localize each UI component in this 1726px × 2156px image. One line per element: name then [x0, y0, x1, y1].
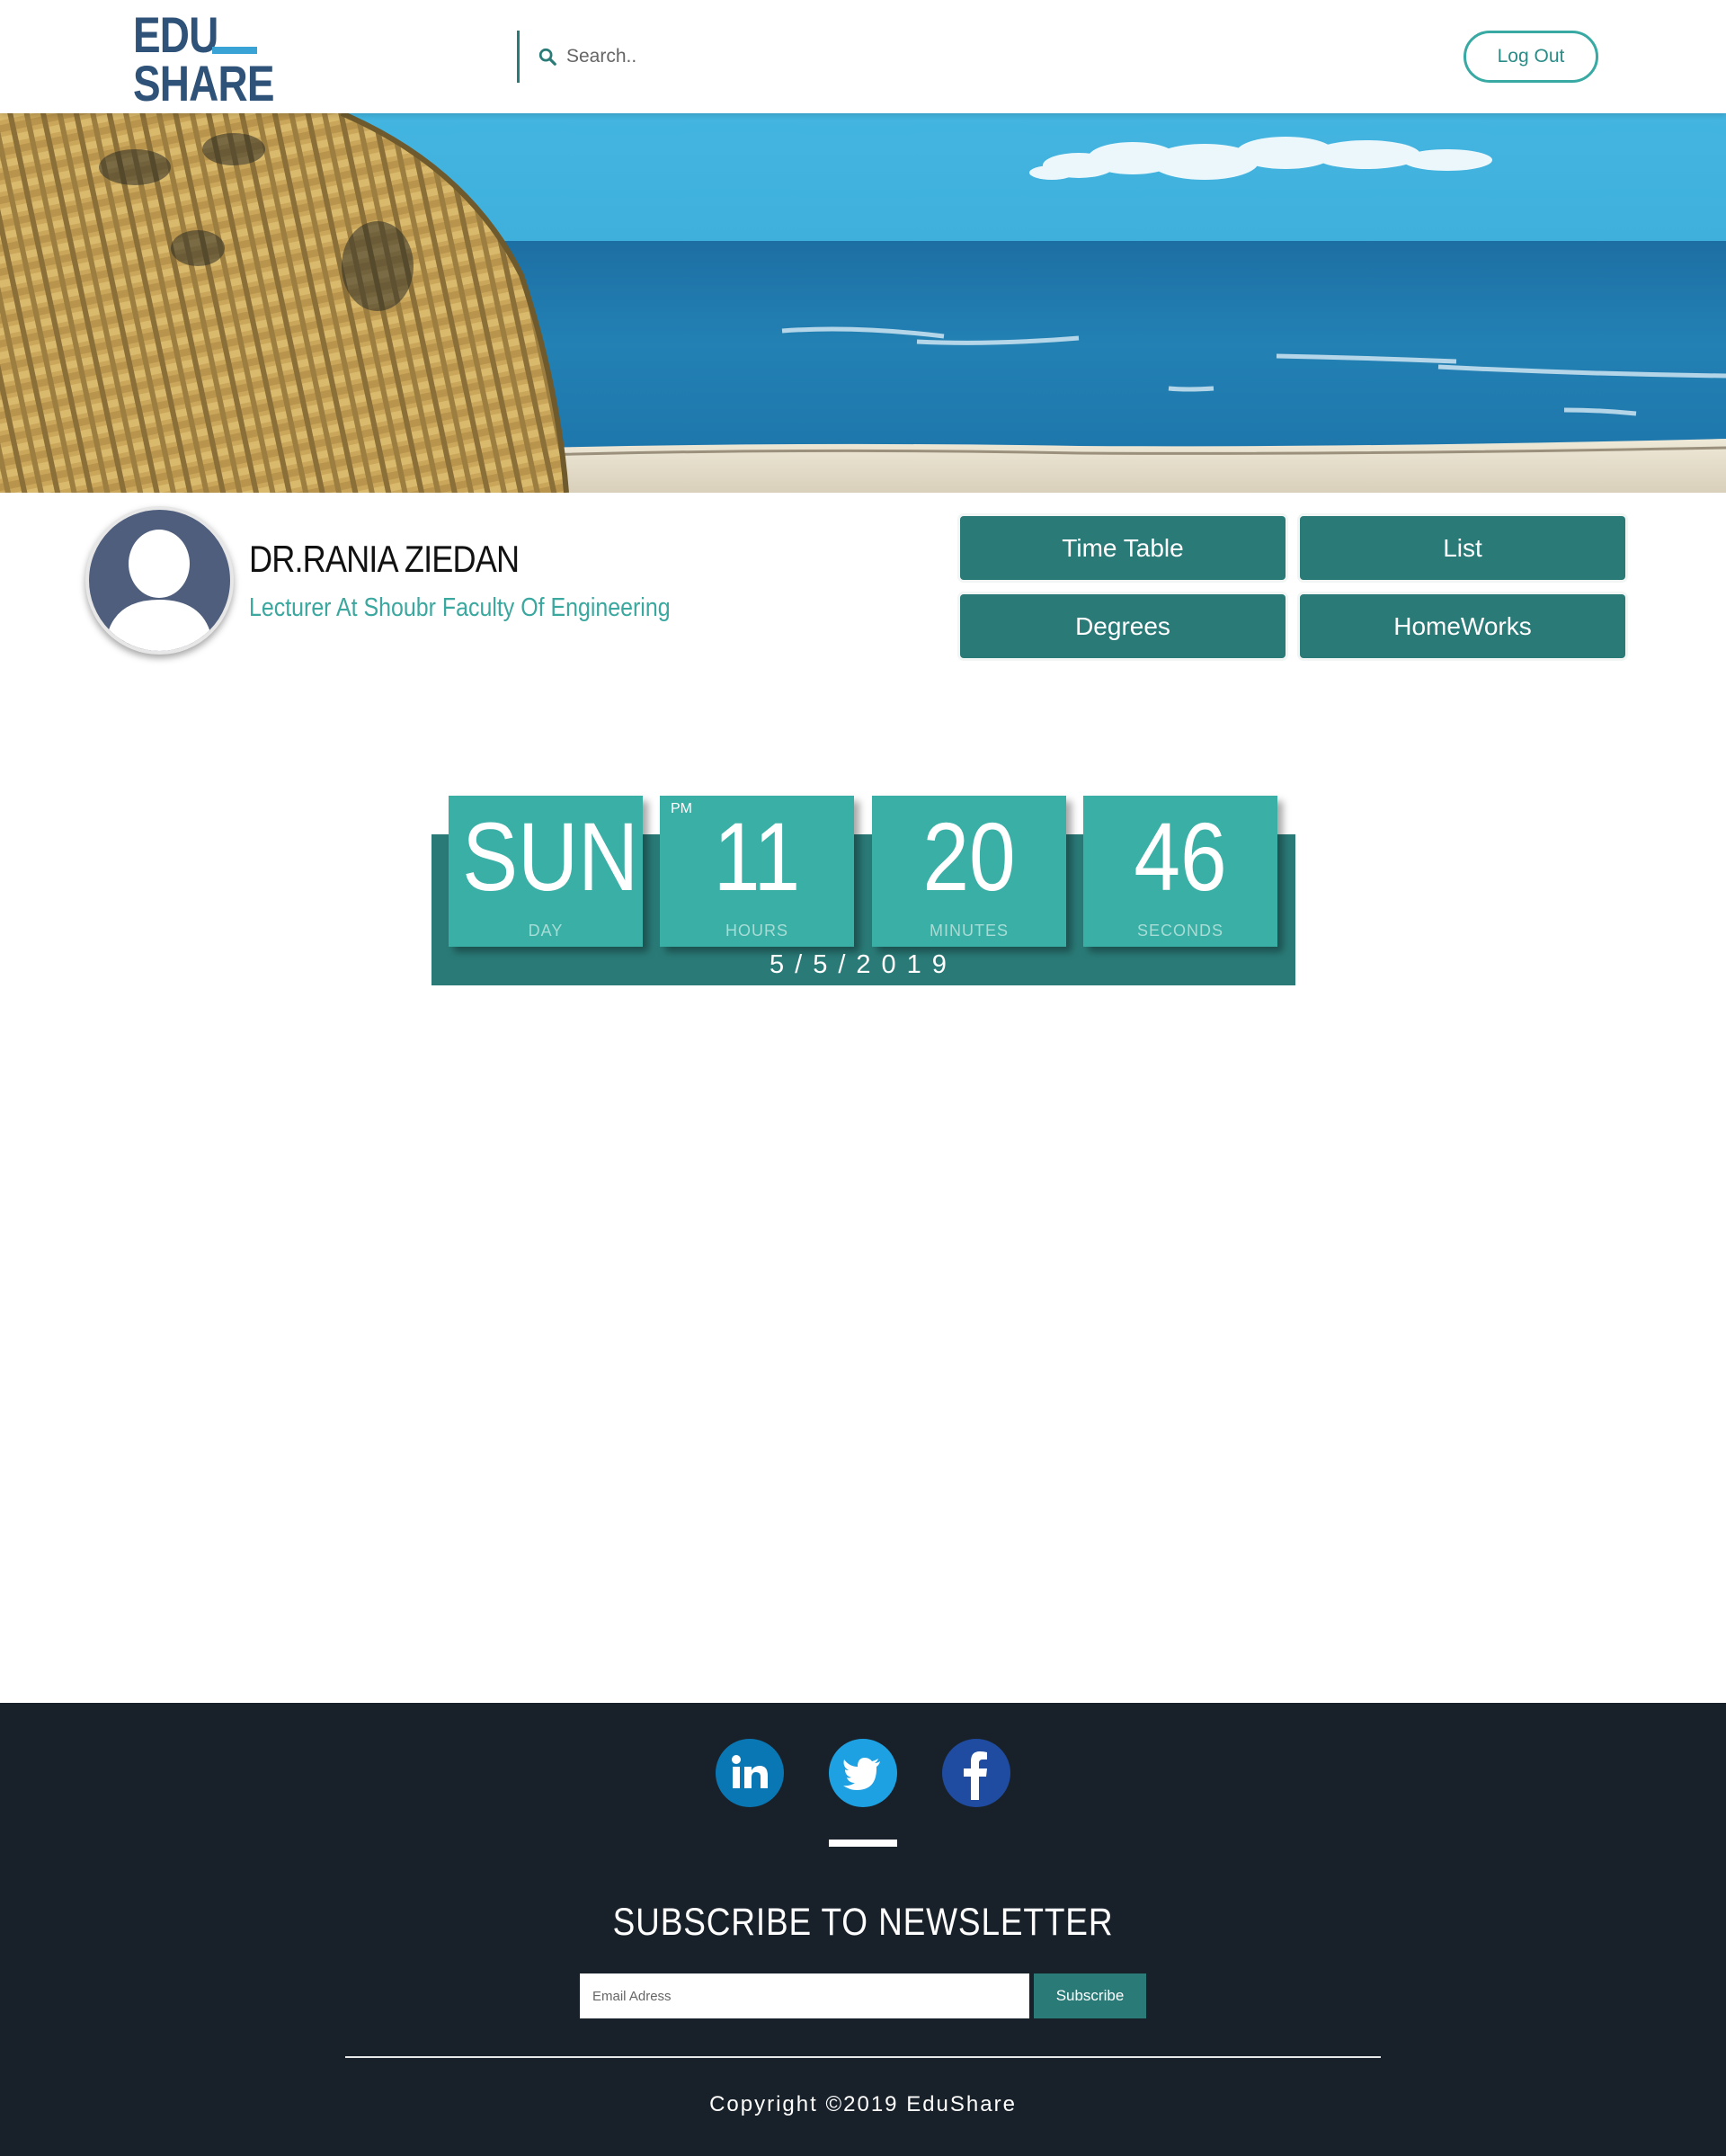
clock-minutes-tile: 20 MINUTES — [872, 796, 1066, 947]
cover-banner — [0, 113, 1726, 493]
list-button[interactable]: List — [1300, 516, 1625, 580]
edushare-logo[interactable]: EDU SHARE — [133, 6, 274, 110]
profile-role: Lecturer At Shoubr Faculty Of Engineerin… — [249, 593, 671, 622]
logo-text-edu: EDU — [133, 6, 218, 63]
logo-accent-bar — [212, 47, 257, 54]
clock-hours-tile: PM 11 HOURS — [660, 796, 854, 947]
profile-name: DR.RANIA ZIEDAN — [249, 538, 520, 580]
clock-day-value: SUN — [462, 802, 639, 911]
beach-banner-image — [0, 113, 1726, 493]
newsletter-title: SUBSCRIBE TO NEWSLETTER — [612, 1901, 1114, 1944]
footer-divider — [345, 2056, 1381, 2058]
clock-seconds-tile: 46 SECONDS — [1083, 796, 1277, 947]
clock-day-tile: SUN DAY — [449, 796, 643, 947]
profile-nav-buttons: Time Table List Degrees HomeWorks — [955, 511, 1634, 665]
search-icon — [538, 48, 556, 66]
footer-divider-short — [829, 1840, 897, 1847]
clock-minutes-value: 20 — [922, 802, 1016, 911]
clock-date: 5/5/2019 — [770, 950, 957, 979]
facebook-icon[interactable] — [942, 1739, 1010, 1807]
profile-avatar — [85, 506, 234, 655]
copyright-text: Copyright ©2019 EduShare — [709, 2092, 1017, 2116]
clock-seconds-label: SECONDS — [1136, 922, 1223, 940]
clock-minutes-label: MINUTES — [930, 922, 1009, 940]
homeworks-button[interactable]: HomeWorks — [1300, 594, 1625, 658]
logout-button[interactable]: Log Out — [1464, 31, 1598, 83]
timetable-button[interactable]: Time Table — [960, 516, 1286, 580]
linkedin-icon[interactable] — [716, 1739, 784, 1807]
clock-hours-value: 11 — [713, 802, 801, 911]
search-bar — [517, 31, 1056, 83]
degrees-button[interactable]: Degrees — [960, 594, 1286, 658]
clock-seconds-value: 46 — [1134, 802, 1227, 911]
clock-day-label: DAY — [528, 922, 564, 940]
subscribe-button[interactable]: Subscribe — [1034, 1973, 1146, 2018]
search-input[interactable] — [566, 41, 1034, 72]
clock-hours-label: HOURS — [725, 922, 788, 940]
newsletter-email-input[interactable] — [580, 1973, 1029, 2018]
logo-text-share: SHARE — [133, 55, 274, 111]
user-silhouette-icon — [107, 530, 211, 651]
twitter-icon[interactable] — [829, 1739, 897, 1807]
top-nav: EDU SHARE Log Out — [0, 0, 1726, 113]
